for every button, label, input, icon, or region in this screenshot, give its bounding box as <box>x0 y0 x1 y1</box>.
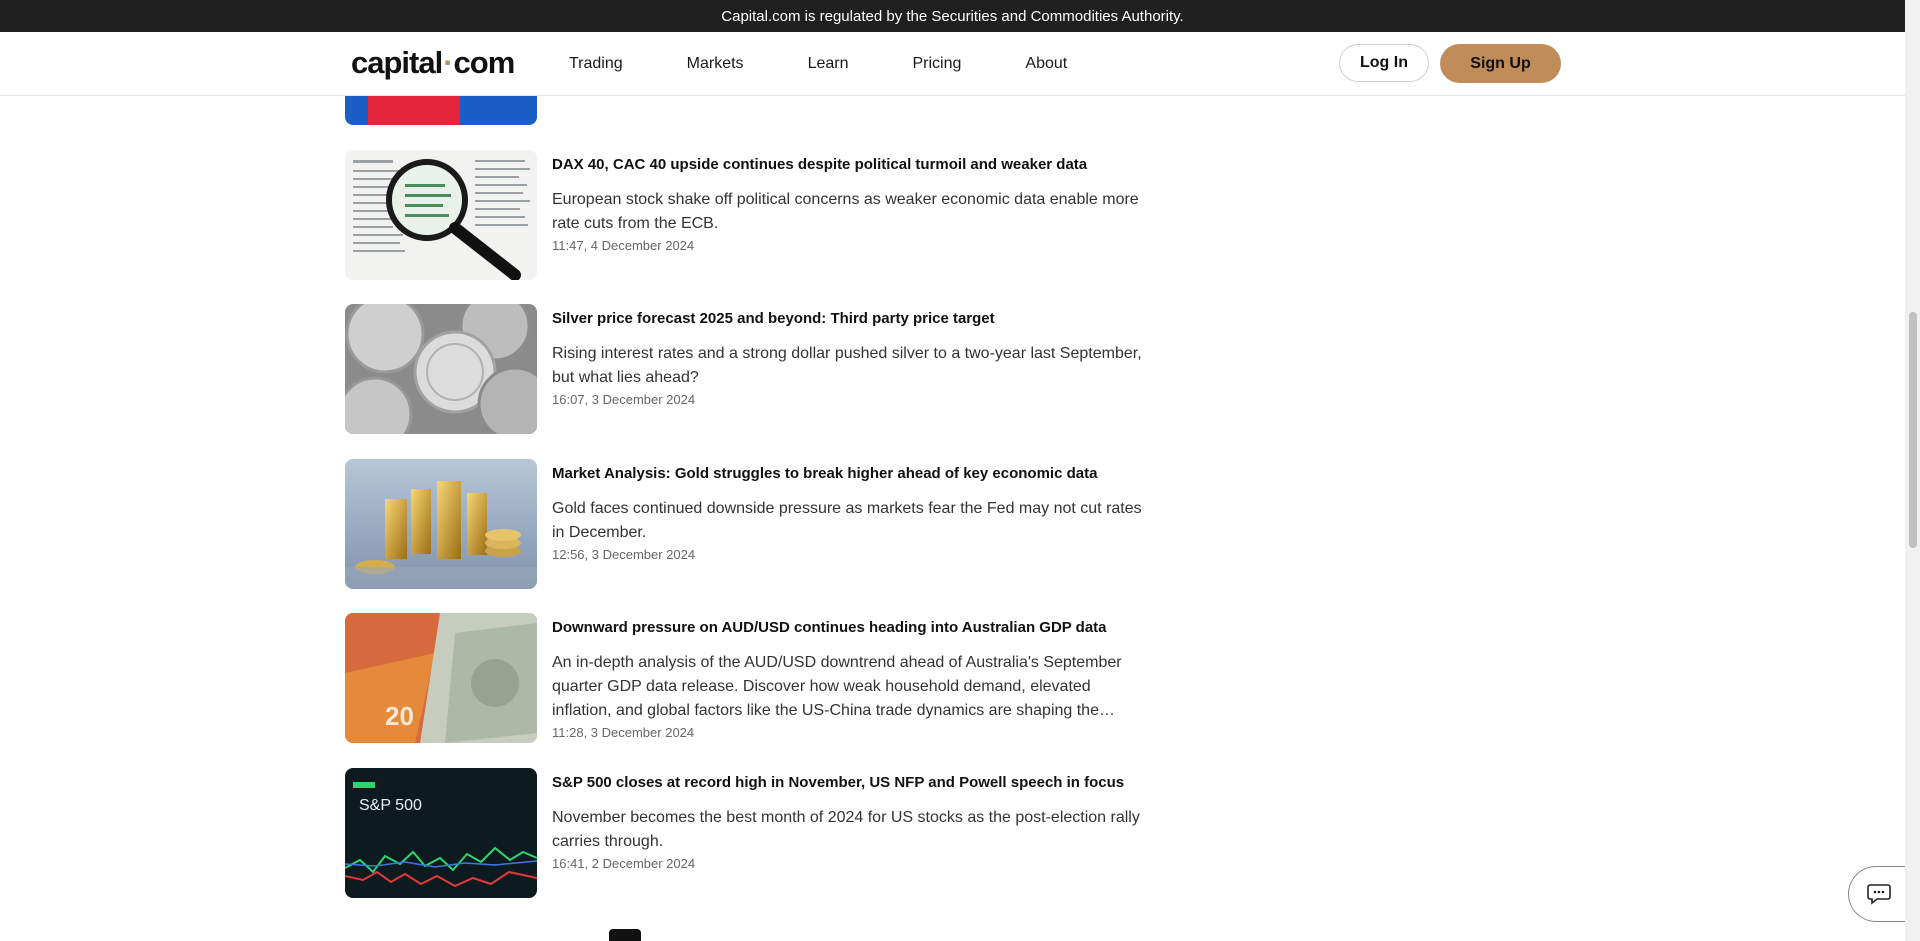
nav-markets[interactable]: Markets <box>687 55 744 73</box>
main-nav: Trading Markets Learn Pricing About <box>569 32 1131 95</box>
article-description: Gold faces continued downside pressure a… <box>552 500 1142 541</box>
article-item[interactable]: Silver price forecast 2025 and beyond: T… <box>345 304 1145 434</box>
regulation-banner: Capital.com is regulated by the Securiti… <box>0 0 1905 32</box>
article-thumbnail[interactable]: S&P 500 <box>345 768 537 898</box>
article-item[interactable]: S&P 500 S&P 500 closes at record high in… <box>345 768 1145 898</box>
nav-learn[interactable]: Learn <box>808 55 849 73</box>
article-title[interactable]: Downward pressure on AUD/USD continues h… <box>552 619 1107 636</box>
nav-pricing[interactable]: Pricing <box>912 55 961 73</box>
article-date: 16:07, 3 December 2024 <box>552 392 696 407</box>
banknotes-icon: 20 <box>345 613 537 743</box>
nav-about[interactable]: About <box>1025 55 1067 73</box>
logo-text-left: capital <box>351 45 443 80</box>
article-date: 16:41, 2 December 2024 <box>552 856 696 871</box>
signup-button[interactable]: Sign Up <box>1440 44 1561 83</box>
article-item[interactable]: 20 Downward pressure on AUD/USD continue… <box>345 613 1145 743</box>
article-date: 12:56, 3 December 2024 <box>552 547 696 562</box>
article-thumbnail[interactable] <box>345 459 537 589</box>
logo-dot: · <box>443 45 453 80</box>
stock-chart-screen-icon: S&P 500 <box>345 768 537 898</box>
article-title[interactable]: Silver price forecast 2025 and beyond: T… <box>552 310 995 327</box>
article-description: An in-depth analysis of the AUD/USD down… <box>552 654 1122 719</box>
scrollbar-thumb[interactable] <box>1909 312 1917 548</box>
article-title[interactable]: DAX 40, CAC 40 upside continues despite … <box>552 156 1087 173</box>
page-scrollbar[interactable] <box>1905 0 1920 941</box>
silver-coins-icon <box>345 304 537 434</box>
magnifying-glass-icon <box>345 150 537 280</box>
chat-button[interactable] <box>1848 866 1908 922</box>
article-title[interactable]: Market Analysis: Gold struggles to break… <box>552 465 1097 482</box>
article-thumbnail[interactable] <box>345 150 537 280</box>
article-thumbnail[interactable]: 20 <box>345 613 537 743</box>
previous-article-thumbnail[interactable] <box>345 95 537 125</box>
sp500-label: S&P 500 <box>359 797 422 814</box>
article-description: European stock shake off political conce… <box>552 191 1139 232</box>
logo-text-right: com <box>453 45 516 80</box>
svg-text:20: 20 <box>385 701 414 731</box>
article-item[interactable]: DAX 40, CAC 40 upside continues despite … <box>345 150 1145 280</box>
gold-bars-icon <box>345 459 537 589</box>
article-item[interactable]: Market Analysis: Gold struggles to break… <box>345 459 1145 589</box>
chat-icon <box>1866 884 1891 905</box>
regulation-text: Capital.com is regulated by the Securiti… <box>721 7 1184 25</box>
pagination-active-page[interactable] <box>609 929 641 941</box>
article-title[interactable]: S&P 500 closes at record high in Novembe… <box>552 774 1124 791</box>
article-thumbnail[interactable] <box>345 304 537 434</box>
login-button[interactable]: Log In <box>1339 44 1429 82</box>
article-date: 11:47, 4 December 2024 <box>552 238 695 253</box>
capital-com-logo[interactable]: capital · com <box>351 45 516 81</box>
site-header: capital · com Trading Markets Learn Pricin… <box>0 32 1905 96</box>
article-description: Rising interest rates and a strong dolla… <box>552 345 1142 386</box>
article-description: November becomes the best month of 2024 … <box>552 809 1140 850</box>
nav-trading[interactable]: Trading <box>569 55 623 73</box>
article-date: 11:28, 3 December 2024 <box>552 725 695 740</box>
